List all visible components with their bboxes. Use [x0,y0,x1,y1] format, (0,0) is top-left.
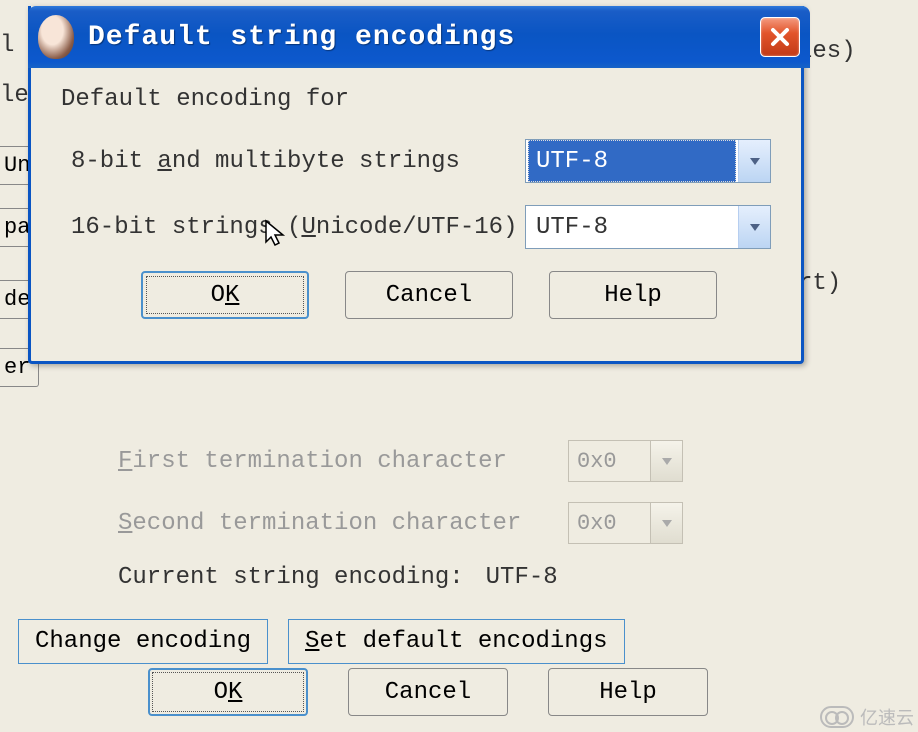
16bit-encoding-combo[interactable]: UTF-8 [525,205,771,249]
current-encoding-label: Current string encoding: [118,564,464,591]
parent-cancel-button[interactable]: Cancel [348,668,508,716]
combo-value: 0x0 [577,511,617,536]
set-default-encodings-button[interactable]: Set default encodings [288,619,624,664]
cancel-button[interactable]: Cancel [345,271,513,319]
combo-value: 0x0 [577,449,617,474]
8bit-encoding-combo[interactable]: UTF-8 [525,139,771,183]
watermark: 亿速云 [820,704,914,730]
parent-button-row: OK Cancel Help [148,668,708,716]
watermark-text: 亿速云 [860,704,914,730]
chevron-down-icon[interactable] [738,140,770,182]
parent-help-button[interactable]: Help [548,668,708,716]
current-encoding-value: UTF-8 [486,564,558,591]
app-icon [38,15,74,59]
parent-ok-button[interactable]: OK [148,668,308,716]
bg-fragment: le [0,82,29,109]
close-button[interactable] [760,17,800,57]
default-encodings-dialog: Default string encodings Default encodin… [28,6,804,364]
dialog-title: Default string encodings [88,22,760,53]
16bit-encoding-label: 16-bit strings (Unicode/UTF-16) [71,214,525,241]
bg-fragment: rt) [798,270,841,297]
chevron-down-icon [650,503,682,543]
combo-value: UTF-8 [528,206,736,248]
first-termination-combo: 0x0 [568,440,683,482]
watermark-logo-icon [820,706,854,728]
first-termination-label: First termination character [118,448,568,475]
help-button[interactable]: Help [549,271,717,319]
second-termination-label: Second termination character [118,510,568,537]
combo-value: UTF-8 [528,140,736,182]
parent-settings-area: First termination character 0x0 Second t… [118,440,878,664]
titlebar[interactable]: Default string encodings [28,6,810,68]
second-termination-combo: 0x0 [568,502,683,544]
section-heading: Default encoding for [61,86,781,113]
close-icon [769,26,791,48]
chevron-down-icon [650,441,682,481]
ok-button[interactable]: OK [141,271,309,319]
bg-fragment: l [0,32,14,59]
change-encoding-button[interactable]: Change encoding [18,619,268,664]
chevron-down-icon[interactable] [738,206,770,248]
8bit-encoding-label: 8-bit and multibyte strings [71,148,525,175]
